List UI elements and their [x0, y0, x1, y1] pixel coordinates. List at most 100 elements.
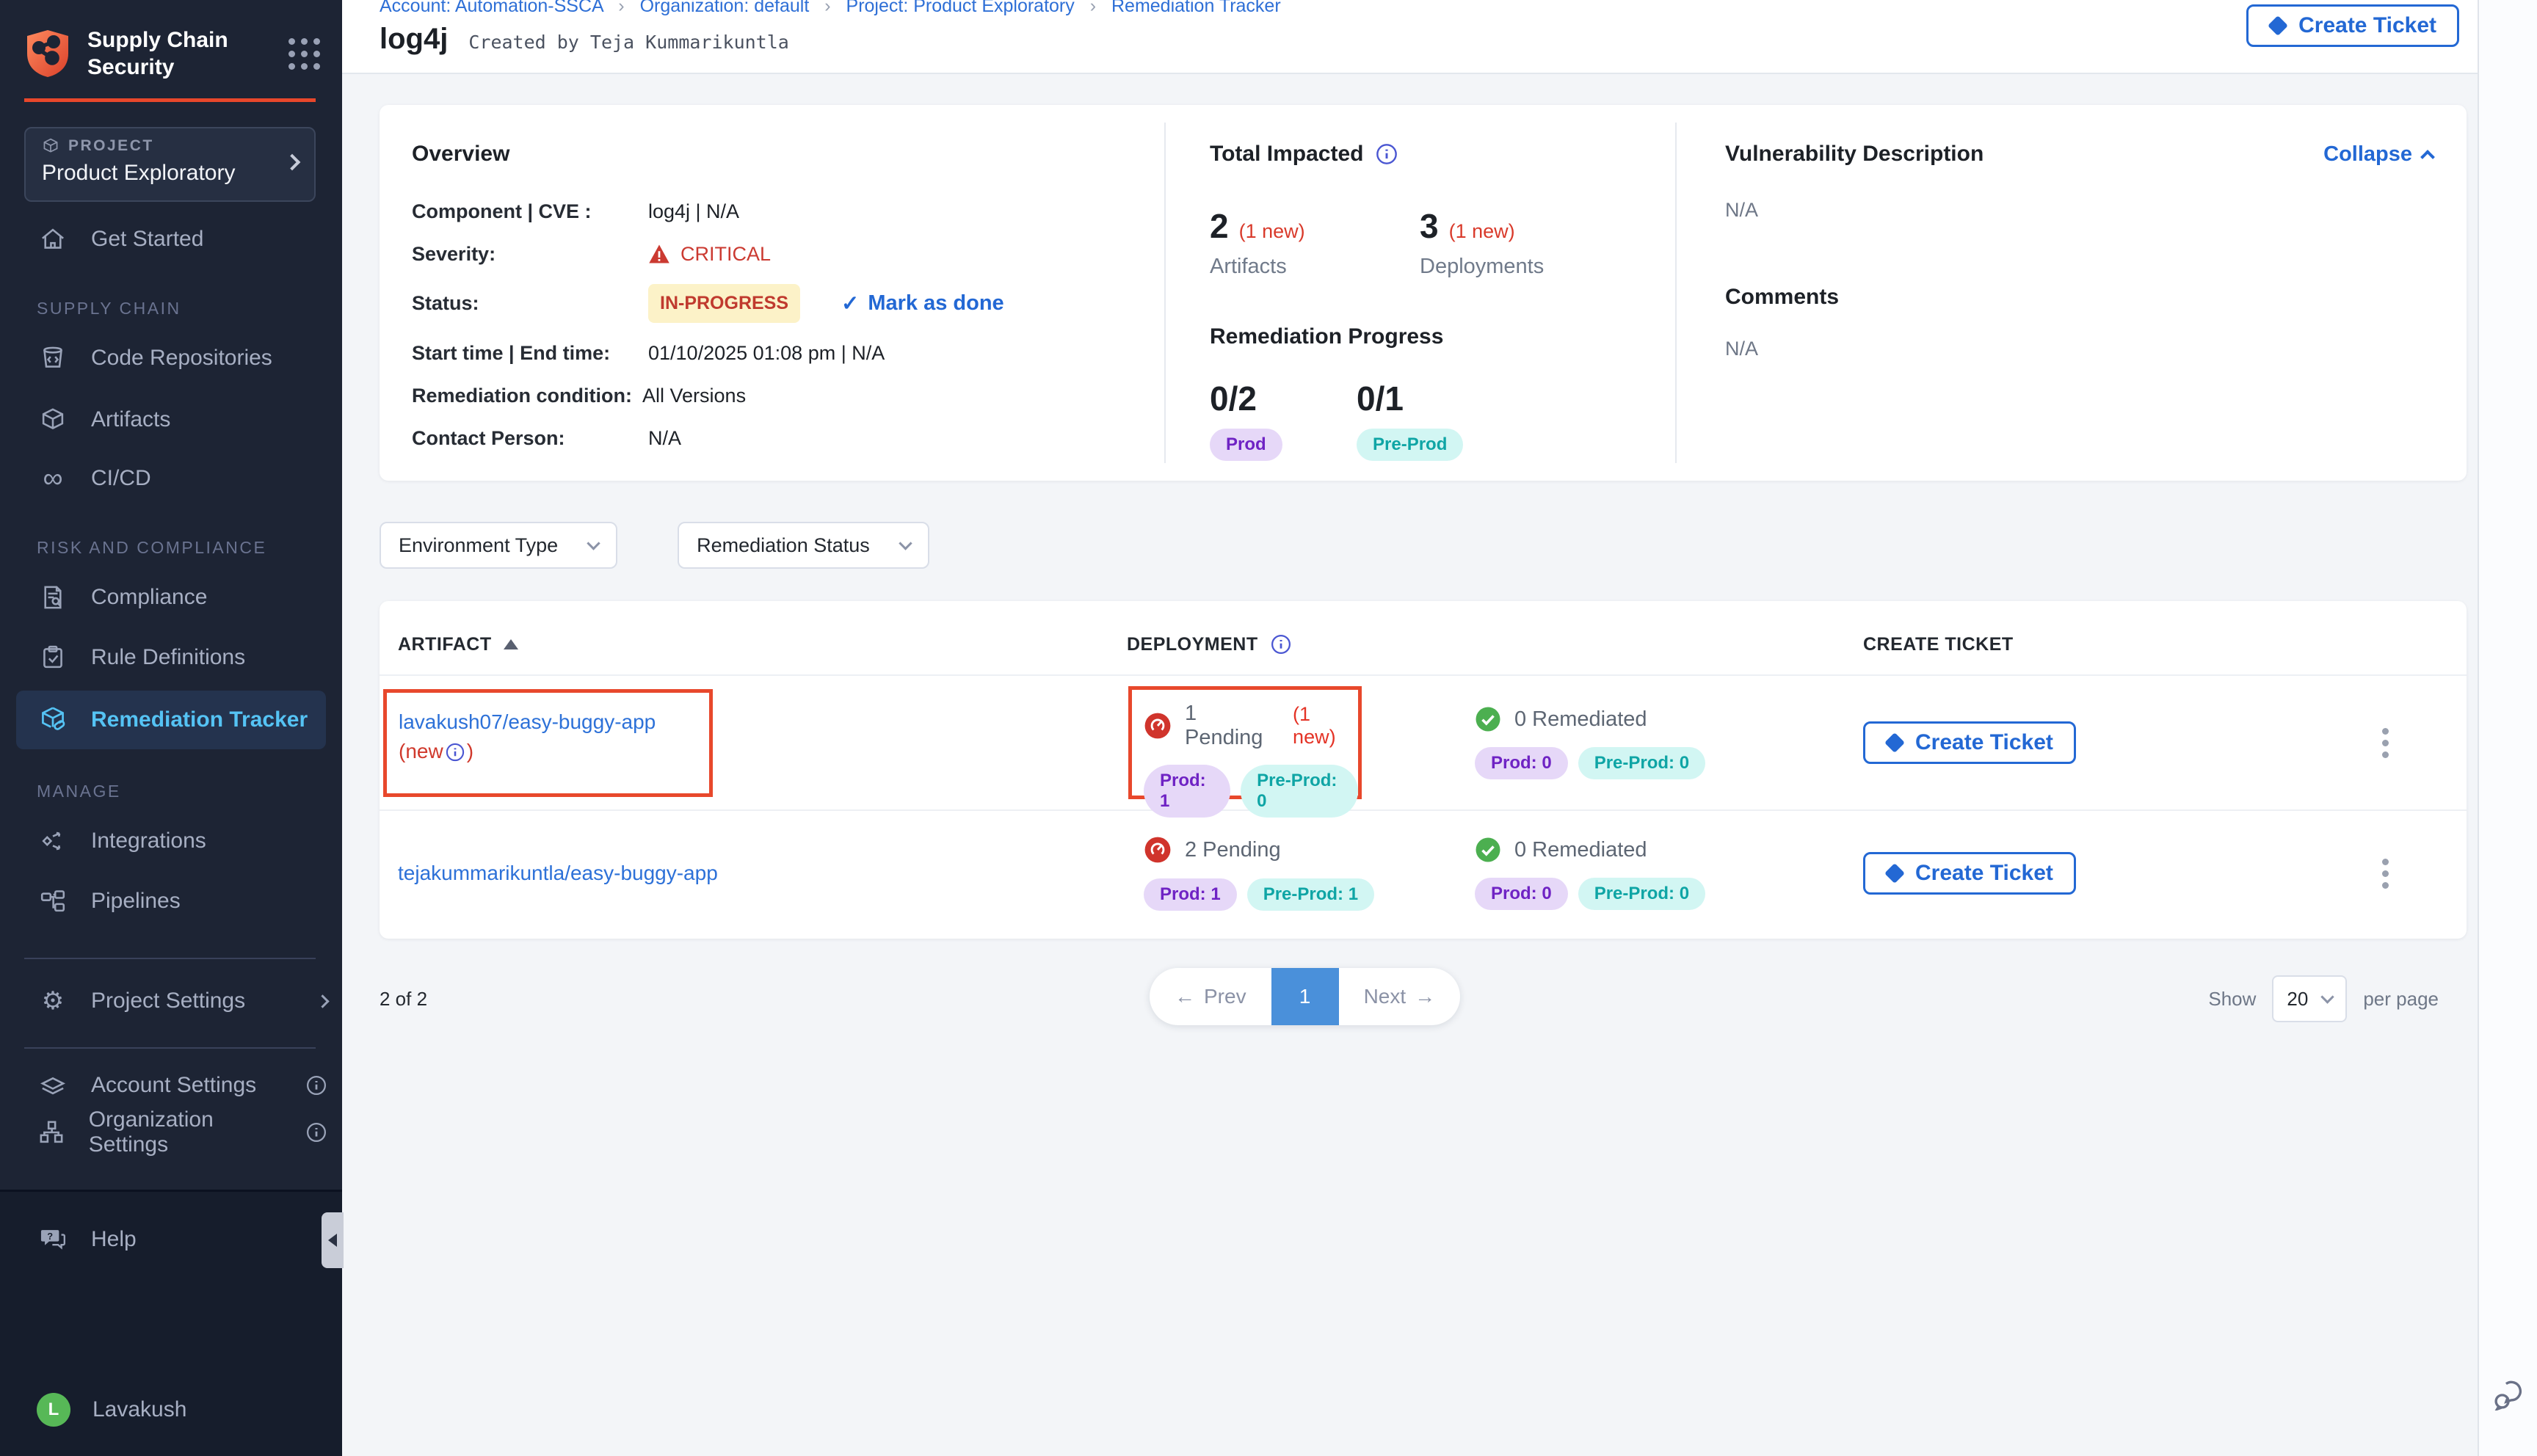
pipelines-icon [37, 888, 69, 914]
remediated-icon [1475, 706, 1501, 732]
deployment-column-header: DEPLOYMENT [1127, 633, 1467, 655]
deployments-new-badge: (1 new) [1449, 220, 1515, 243]
create-ticket-row-button[interactable]: Create Ticket [1863, 721, 2076, 764]
app-switcher-grid-icon[interactable] [288, 38, 320, 70]
condition-value: All Versions [642, 385, 746, 407]
severity-row: Severity: CRITICAL [412, 241, 1164, 266]
pending-new-badge: (1 new) [1293, 703, 1358, 749]
condition-label: Remediation condition: [412, 385, 638, 407]
sidebar-item-rule-definitions[interactable]: Rule Definitions [0, 630, 342, 685]
artifacts-new-badge: (1 new) [1239, 220, 1305, 243]
remediation-tracker-icon [37, 706, 69, 734]
create-ticket-row-button[interactable]: Create Ticket [1863, 852, 2076, 895]
warning-triangle-icon [648, 244, 670, 264]
page-size-select[interactable]: 20 [2272, 975, 2347, 1022]
project-name: Product Exploratory [42, 161, 300, 186]
sidebar-item-account-settings[interactable]: Account Settings [0, 1062, 342, 1109]
collapse-link[interactable]: Collapse [2323, 142, 2433, 167]
status-label: Status: [412, 292, 648, 315]
time-label: Start time | End time: [412, 342, 648, 365]
pagination-summary: 2 of 2 [380, 988, 427, 1011]
page-title: log4j [380, 23, 448, 56]
prod-count-chip: Prod: 1 [1144, 878, 1237, 911]
info-icon[interactable] [1270, 633, 1292, 655]
infinity-icon: ∞ [37, 467, 69, 489]
artifact-link[interactable]: lavakush07/easy-buggy-app (new) [399, 707, 656, 766]
remediation-tracker-page: Supply Chain Security PROJECT Product Ex… [0, 0, 2537, 1456]
remediated-count: 0 Remediated [1514, 707, 1647, 732]
info-icon[interactable] [305, 1074, 327, 1096]
prev-page-button[interactable]: ← Prev [1150, 968, 1271, 1025]
page-number-button[interactable]: 1 [1271, 968, 1339, 1025]
sidebar-item-cicd[interactable]: ∞ CI/CD [0, 451, 342, 506]
sidebar-item-code-repositories[interactable]: Code Repositories [0, 331, 342, 385]
sidebar-nav: Get Started SUPPLY CHAIN Code Repositori… [0, 212, 342, 1156]
artifact-link[interactable]: tejakummarikuntla/easy-buggy-app [398, 859, 718, 888]
main-area: Account: Automation-SSCA › Organization:… [342, 0, 2479, 1456]
project-label: PROJECT [68, 137, 154, 155]
overview-section: Overview Component | CVE : log4j | N/A S… [380, 105, 1164, 481]
account-layers-icon [37, 1072, 69, 1099]
section-supply-chain: SUPPLY CHAIN [37, 299, 342, 319]
deployments-stat: 3 (1 new) Deployments [1420, 206, 1630, 279]
ticket-diamond-icon [1884, 863, 1905, 884]
row-kebab-menu[interactable] [2304, 728, 2467, 758]
sidebar-item-project-settings[interactable]: ⚙ Project Settings [0, 974, 342, 1028]
section-manage: MANAGE [37, 782, 342, 802]
sidebar-item-integrations[interactable]: Integrations [0, 814, 342, 868]
status-row: Status: IN-PROGRESS ✓ Mark as done [412, 284, 1164, 323]
contact-value: N/A [648, 427, 681, 450]
breadcrumb-current[interactable]: Remediation Tracker [1111, 0, 1281, 16]
support-chat-icon[interactable] [2491, 1380, 2525, 1410]
help-chat-icon: ? [37, 1226, 69, 1253]
sidebar-header: Supply Chain Security [0, 0, 342, 81]
check-icon: ✓ [841, 291, 859, 316]
create-ticket-header-button[interactable]: Create Ticket [2246, 4, 2459, 47]
sidebar-item-remediation-tracker[interactable]: Remediation Tracker [16, 691, 326, 749]
deployments-count: 3 [1420, 206, 1439, 246]
time-row: Start time | End time: 01/10/2025 01:08 … [412, 341, 1164, 365]
project-selector[interactable]: PROJECT Product Exploratory [24, 127, 316, 202]
environment-type-filter[interactable]: Environment Type [380, 522, 617, 569]
help-button[interactable]: ? Help [0, 1212, 342, 1267]
mark-as-done-link[interactable]: ✓ Mark as done [841, 291, 1004, 316]
artifact-column-header: ARTIFACT [380, 634, 1127, 655]
preprod-chip: Pre-Prod [1357, 429, 1463, 461]
preprod-progress: 0/1 Pre-Prod [1357, 379, 1503, 461]
home-icon [37, 226, 69, 252]
table-row: tejakummarikuntla/easy-buggy-app 2 Pendi… [380, 809, 2467, 936]
artifacts-table: ARTIFACT DEPLOYMENT CREATE TICKET [380, 601, 2467, 939]
sidebar-item-artifacts[interactable]: Artifacts [0, 393, 342, 447]
pending-icon [1144, 836, 1172, 864]
artifacts-count: 2 [1210, 206, 1229, 246]
preprod-count-chip: Pre-Prod: 0 [1578, 747, 1705, 779]
breadcrumb-account[interactable]: Account: Automation-SSCA [380, 0, 603, 16]
sidebar-item-pipelines[interactable]: Pipelines [0, 874, 342, 928]
component-row: Component | CVE : log4j | N/A [412, 199, 1164, 224]
breadcrumb-org[interactable]: Organization: default [640, 0, 810, 16]
remediation-status-filter[interactable]: Remediation Status [678, 522, 929, 569]
sort-ascending-icon[interactable] [504, 639, 518, 649]
info-icon[interactable] [1375, 142, 1398, 166]
component-value: log4j | N/A [648, 200, 739, 223]
sidebar-item-get-started[interactable]: Get Started [0, 212, 342, 266]
create-ticket-column-header: CREATE TICKET [1863, 634, 2304, 655]
prod-progress-value: 0/2 [1210, 379, 1357, 418]
row-kebab-menu[interactable] [2304, 859, 2467, 889]
table-row: lavakush07/easy-buggy-app (new) [380, 674, 2467, 809]
breadcrumb-project[interactable]: Project: Product Exploratory [846, 0, 1075, 16]
preprod-count-chip: Pre-Prod: 0 [1578, 878, 1705, 910]
brand-divider [24, 98, 316, 102]
prod-chip: Prod [1210, 429, 1282, 461]
sidebar-item-organization-settings[interactable]: Organization Settings [0, 1109, 342, 1156]
user-menu[interactable]: L Lavakush [0, 1383, 342, 1437]
info-icon[interactable] [445, 742, 465, 762]
breadcrumb: Account: Automation-SSCA › Organization:… [380, 0, 2459, 17]
sidebar-collapse-handle[interactable] [322, 1212, 344, 1268]
sidebar-item-compliance[interactable]: Compliance [0, 570, 342, 625]
next-page-button[interactable]: Next → [1339, 968, 1461, 1025]
supply-chain-security-logo [24, 29, 71, 79]
ticket-diamond-icon [2268, 15, 2288, 36]
info-icon[interactable] [305, 1121, 327, 1143]
time-value: 01/10/2025 01:08 pm | N/A [648, 342, 885, 365]
